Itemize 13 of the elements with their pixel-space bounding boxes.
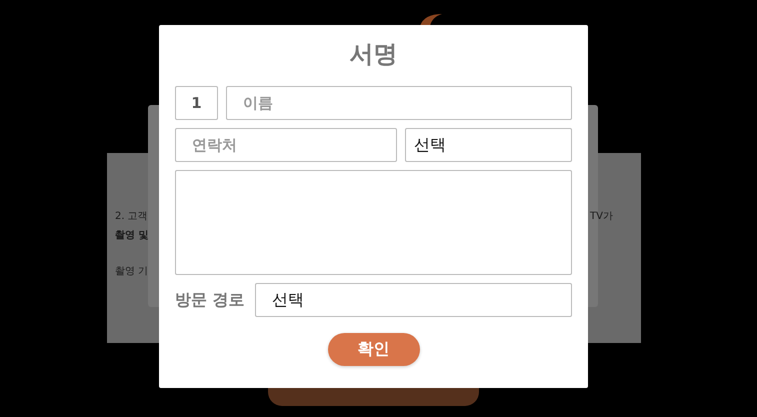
visit-route-select[interactable]: 선택 bbox=[255, 283, 572, 317]
background-text: 촬영 및 bbox=[115, 229, 148, 242]
background-text: 촬영 기 bbox=[115, 265, 148, 278]
name-field[interactable]: 이름 bbox=[226, 86, 572, 120]
dialog-title: 서명 bbox=[350, 39, 398, 69]
message-field[interactable] bbox=[175, 170, 572, 275]
background-text: TV가 bbox=[590, 210, 613, 223]
contact-field[interactable]: 연락처 bbox=[175, 128, 397, 162]
contact-select[interactable]: 선택 bbox=[405, 128, 572, 162]
number-field[interactable]: 1 bbox=[175, 86, 218, 120]
logo-icon bbox=[418, 12, 444, 26]
background-text: 2. 고객 bbox=[115, 210, 148, 223]
visit-route-label: 방문 경로 bbox=[175, 290, 246, 310]
